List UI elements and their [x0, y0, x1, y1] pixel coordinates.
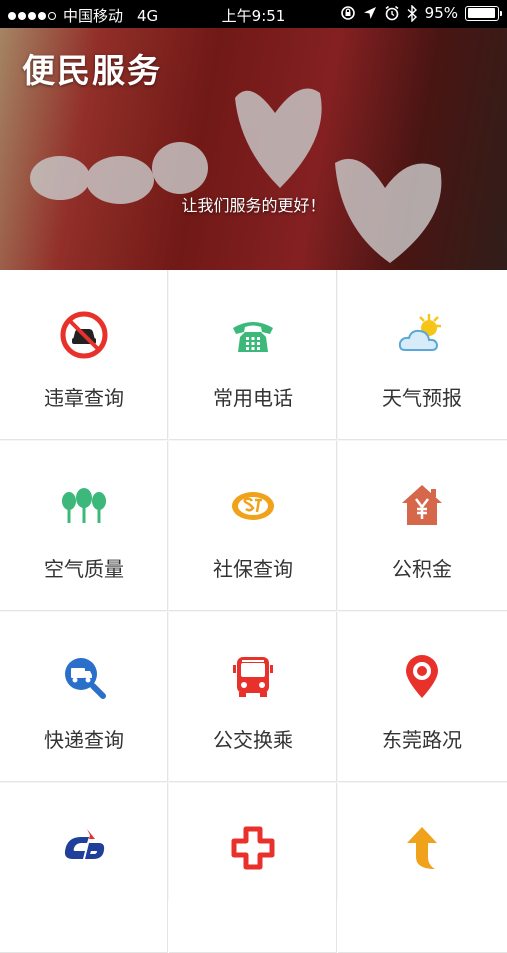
service-label: 社保查询: [213, 557, 293, 581]
medical-cross-icon: [231, 826, 275, 870]
banner[interactable]: 便民服务 让我们服务的更好！: [0, 28, 507, 270]
service-housing-fund[interactable]: 公积金: [338, 441, 507, 611]
battery-level: [467, 8, 496, 18]
battery-icon: [465, 5, 502, 21]
service-weather[interactable]: 天气预报: [338, 270, 507, 440]
location-arrow-icon: [363, 7, 376, 19]
weather-icon: [398, 314, 441, 351]
service-social-security[interactable]: 社保查询: [169, 441, 337, 611]
service-express-query[interactable]: 快递查询: [0, 612, 168, 782]
up-arrow-icon: [407, 827, 437, 869]
telephone-icon: [233, 322, 273, 352]
service-label: 公交换乘: [213, 728, 293, 752]
service-label: 天气预报: [382, 386, 462, 410]
service-label: 违章查询: [44, 386, 124, 410]
social-security-icon: [232, 492, 274, 520]
service-upgrade[interactable]: [338, 783, 507, 953]
banner-subtitle: 让我们服务的更好！: [181, 196, 326, 215]
service-bus-transfer[interactable]: 公交换乘: [169, 612, 337, 782]
service-label: 空气质量: [44, 557, 124, 581]
banner-title: 便民服务: [22, 51, 162, 90]
service-label: 常用电话: [213, 386, 293, 410]
rotation-lock-icon: [340, 6, 355, 20]
alarm-icon: [385, 5, 399, 21]
service-air-quality[interactable]: 空气质量: [0, 441, 168, 611]
service-label: 东莞路况: [382, 728, 462, 752]
service-label: 公积金: [392, 557, 452, 581]
bluetooth-icon: [407, 4, 417, 22]
service-dongguan-traffic[interactable]: 东莞路况: [338, 612, 507, 782]
status-right: 95%: [340, 4, 502, 22]
battery-percentage: 95%: [424, 4, 458, 22]
no-car-icon: [60, 311, 108, 359]
service-bank[interactable]: [0, 783, 168, 953]
map-pin-icon: [406, 655, 438, 698]
service-violation-query[interactable]: 违章查询: [0, 270, 168, 440]
service-medical[interactable]: [169, 783, 337, 953]
status-bar: 中国移动 4G 上午9:51 95%: [0, 0, 507, 28]
bus-icon: [233, 657, 273, 697]
service-common-phones[interactable]: 常用电话: [169, 270, 337, 440]
service-label: 快递查询: [44, 728, 124, 752]
trees-icon: [62, 488, 106, 523]
service-grid: 违章查询 常用电话 天气预报 空气质量 社保查询 公积金 快递查询 公交换乘 东…: [0, 270, 507, 953]
delivery-search-icon: [65, 658, 106, 699]
bank-logo-icon: [64, 829, 105, 859]
house-yuan-icon: [402, 485, 442, 525]
